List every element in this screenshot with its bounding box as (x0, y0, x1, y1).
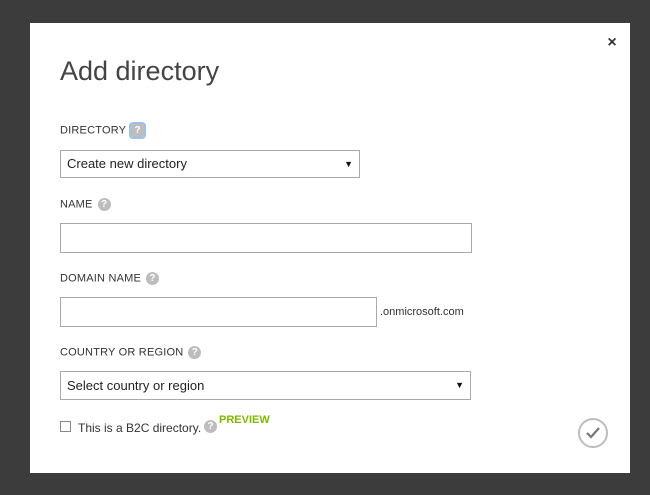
domain-label: DOMAIN NAME (60, 272, 142, 285)
country-label: COUNTRY OR REGION (60, 346, 184, 359)
add-directory-dialog: × Add directory DIRECTORY? Create new di… (30, 23, 630, 473)
country-select-value: Select country or region (67, 378, 205, 393)
directory-label: DIRECTORY (60, 124, 127, 137)
chevron-down-icon: ▼ (455, 380, 464, 390)
directory-label-row: DIRECTORY? (60, 122, 147, 139)
checkmark-icon (586, 427, 600, 439)
directory-select[interactable]: Create new directory ▼ (60, 150, 360, 178)
name-label-row: NAME? (60, 198, 111, 211)
b2c-checkbox[interactable] (60, 421, 71, 432)
name-input[interactable] (60, 223, 472, 253)
preview-badge: PREVIEW (219, 414, 270, 426)
country-help-icon[interactable]: ? (188, 346, 202, 359)
domain-label-row: DOMAIN NAME? (60, 272, 160, 285)
directory-help-icon[interactable]: ? (129, 122, 147, 139)
domain-suffix: .onmicrosoft.com (380, 306, 464, 318)
b2c-checkbox-label[interactable]: This is a B2C directory. (78, 421, 201, 435)
country-select[interactable]: Select country or region ▼ (60, 371, 471, 400)
name-label: NAME (60, 198, 93, 211)
domain-help-icon[interactable]: ? (146, 272, 160, 285)
country-label-row: COUNTRY OR REGION? (60, 346, 202, 359)
close-icon[interactable]: × (605, 35, 619, 51)
b2c-help-icon[interactable]: ? (204, 420, 217, 433)
dialog-title: Add directory (60, 56, 220, 86)
directory-select-value: Create new directory (67, 156, 187, 171)
name-help-icon[interactable]: ? (97, 198, 111, 211)
confirm-button[interactable] (578, 418, 608, 448)
domain-name-input[interactable] (60, 297, 377, 327)
chevron-down-icon: ▼ (344, 159, 353, 169)
